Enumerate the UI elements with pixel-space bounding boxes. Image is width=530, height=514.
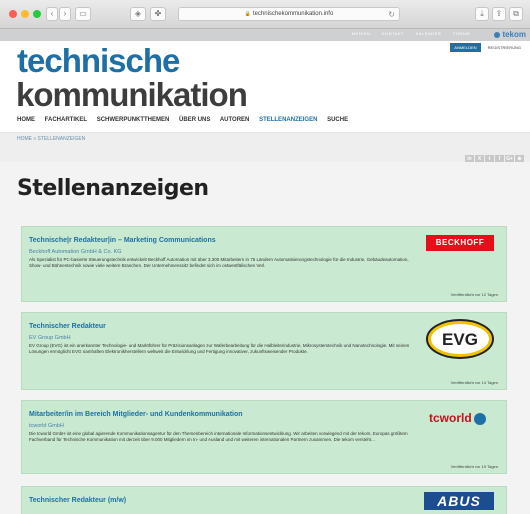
evg-logo-icon: EVG	[426, 319, 494, 359]
back-icon[interactable]: ‹	[46, 7, 58, 21]
job-card[interactable]: Technischer Redakteur EV Group GmbH EV G…	[21, 312, 507, 390]
company-name[interactable]: EV Group GmbH	[29, 335, 71, 341]
nav-item-autoren[interactable]: AUTOREN	[220, 117, 250, 123]
job-description: EV Group (EVG) ist ein anerkannter Techn…	[29, 343, 410, 354]
company-name[interactable]: tcworld GmbH	[29, 423, 64, 429]
address-bar[interactable]: 🔒 technischekommunikation.info ↻	[178, 7, 400, 21]
tabs-icon[interactable]: ⧉	[509, 7, 523, 21]
breadcrumb[interactable]: HOME » STELLENANZEIGEN	[17, 136, 85, 142]
job-title-link[interactable]: Technischer Redakteur (m/w)	[29, 497, 126, 504]
tekom-dot-icon	[494, 31, 501, 38]
top-link-forum[interactable]: FORUM	[453, 31, 470, 36]
evg-logo-text: EVG	[442, 330, 478, 349]
main-nav: HOME FACHARTIKEL SCHWERPUNKTTHEMEN ÜBER …	[17, 117, 356, 127]
site-logo-line2[interactable]: kommunikation	[16, 78, 248, 111]
publish-date: Veröffentlicht vor 12 Tagen	[450, 292, 498, 297]
top-bar: MEDIEN KONTAKT KALENDER FORUM tekom	[0, 29, 530, 41]
company-name[interactable]: Beckhoff Automation GmbH & Co. KG	[29, 249, 122, 255]
tekom-logo[interactable]: tekom	[494, 30, 526, 39]
extension-icon[interactable]: ✤	[150, 7, 166, 21]
nav-item-fachartikel[interactable]: FACHARTIKEL	[45, 117, 87, 123]
nav-item-suche[interactable]: SUCHE	[327, 117, 348, 123]
reload-icon[interactable]: ↻	[388, 8, 395, 21]
company-logo-abus[interactable]: ABUS	[424, 492, 494, 510]
job-title-link[interactable]: Technische|r Redakteur|in – Marketing Co…	[29, 237, 216, 244]
publish-date: Veröffentlicht vor 19 Tagen	[450, 464, 498, 469]
job-title-link[interactable]: Mitarbeiter/in im Bereich Mitglieder- un…	[29, 411, 243, 418]
company-logo-evg[interactable]: EVG	[426, 319, 494, 359]
nav-item-ueber-uns[interactable]: ÜBER UNS	[179, 117, 210, 123]
top-link-medien[interactable]: MEDIEN	[352, 31, 371, 36]
nav-item-home[interactable]: HOME	[17, 117, 35, 123]
site-logo-line1[interactable]: technische	[17, 44, 180, 77]
close-window-button[interactable]	[9, 10, 17, 18]
minimize-window-button[interactable]	[21, 10, 29, 18]
browser-chrome: ‹ › ▭ ◈ ✤ 🔒 technischekommunikation.info …	[0, 0, 530, 29]
sidebar-icon[interactable]: ▭	[75, 7, 91, 21]
nav-item-stellenanzeigen[interactable]: STELLENANZEIGEN	[259, 117, 317, 123]
lock-icon: 🔒	[244, 11, 251, 17]
publish-date: Veröffentlicht vor 14 Tagen	[450, 380, 498, 385]
job-card[interactable]: Technische|r Redakteur|in – Marketing Co…	[21, 226, 507, 302]
job-description: Die tcworld GmbH ist eine global agieren…	[29, 431, 408, 442]
maximize-window-button[interactable]	[33, 10, 41, 18]
top-links: MEDIEN KONTAKT KALENDER FORUM	[342, 31, 470, 36]
download-icon[interactable]: ⤓	[475, 7, 489, 21]
url-text: technischekommunikation.info	[252, 11, 334, 17]
company-logo-tcworld[interactable]: tcworld	[426, 407, 494, 429]
company-logo-beckhoff[interactable]: BECKHOFF	[426, 235, 494, 251]
job-title-link[interactable]: Technischer Redakteur	[29, 323, 106, 330]
forward-icon[interactable]: ›	[59, 7, 71, 21]
job-card[interactable]: Technischer Redakteur (m/w) ABUS	[21, 486, 507, 514]
job-description: Als Spezialist für PC-basierte Steuerung…	[29, 257, 409, 268]
globe-icon	[473, 412, 486, 425]
register-link[interactable]: REGISTRIERUNG	[488, 45, 521, 50]
job-card[interactable]: Mitarbeiter/in im Bereich Mitglieder- un…	[21, 400, 507, 474]
nav-item-schwerpunktthemen[interactable]: SCHWERPUNKTTHEMEN	[97, 117, 170, 123]
shield-icon[interactable]: ◈	[130, 7, 146, 21]
share-icon[interactable]: ⇪	[492, 7, 506, 21]
top-link-kontakt[interactable]: KONTAKT	[382, 31, 404, 36]
account-links: ANMELDEN REGISTRIERUNG	[450, 43, 526, 52]
top-link-kalender[interactable]: KALENDER	[416, 31, 442, 36]
page-title: Stellenanzeigen	[17, 176, 209, 201]
login-button[interactable]: ANMELDEN	[450, 43, 481, 52]
